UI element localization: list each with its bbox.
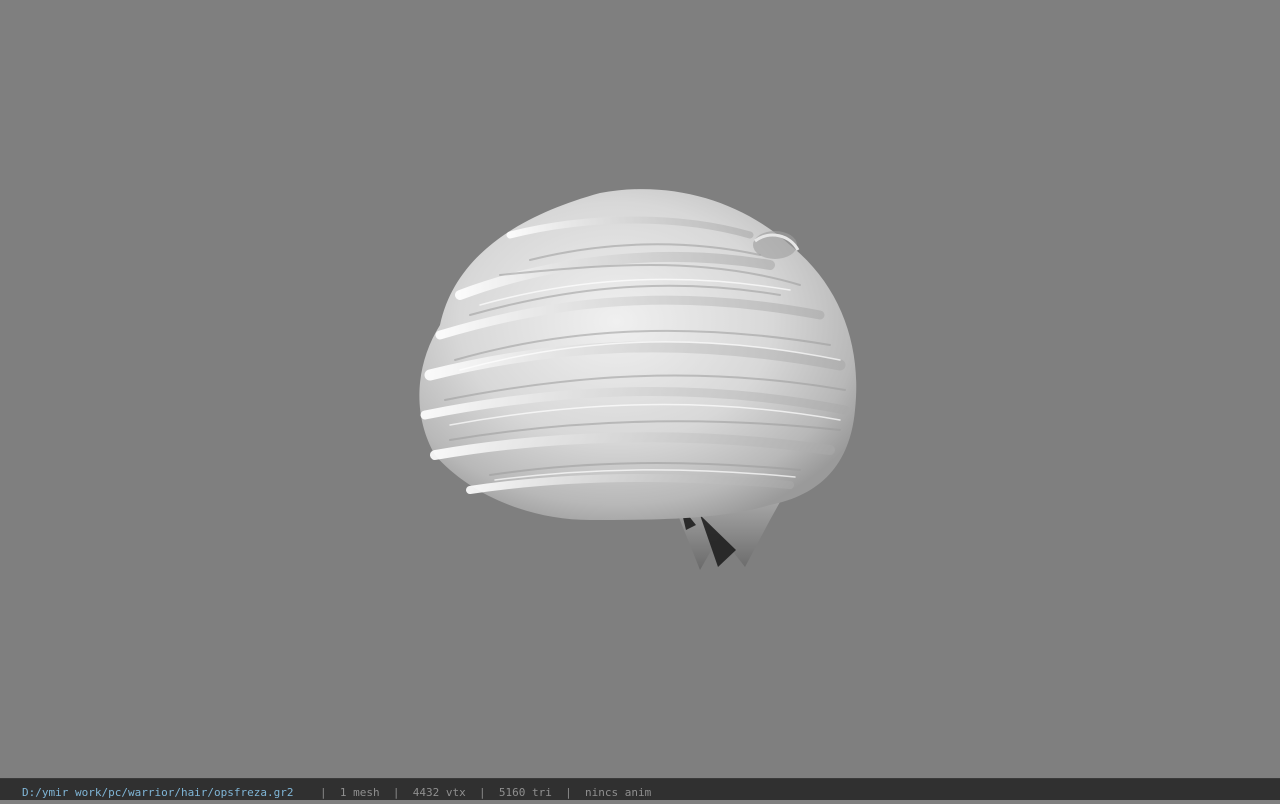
animation-status: nincs anim <box>585 785 652 799</box>
status-bar: D:/ymir work/pc/warrior/hair/opsfreza.gr… <box>0 778 1280 800</box>
status-separator: | <box>392 785 400 799</box>
hair-model-render <box>419 189 857 570</box>
3d-viewport[interactable] <box>0 0 1280 778</box>
vertex-count: 4432 vtx <box>412 785 466 799</box>
status-separator: | <box>565 785 572 799</box>
status-separator: | <box>320 785 327 799</box>
file-path: D:/ymir work/pc/warrior/hair/opsfreza.gr… <box>22 785 294 799</box>
triangle-count: 5160 tri <box>498 785 552 799</box>
mesh-count: 1 mesh <box>339 785 380 799</box>
status-separator: | <box>479 785 486 799</box>
